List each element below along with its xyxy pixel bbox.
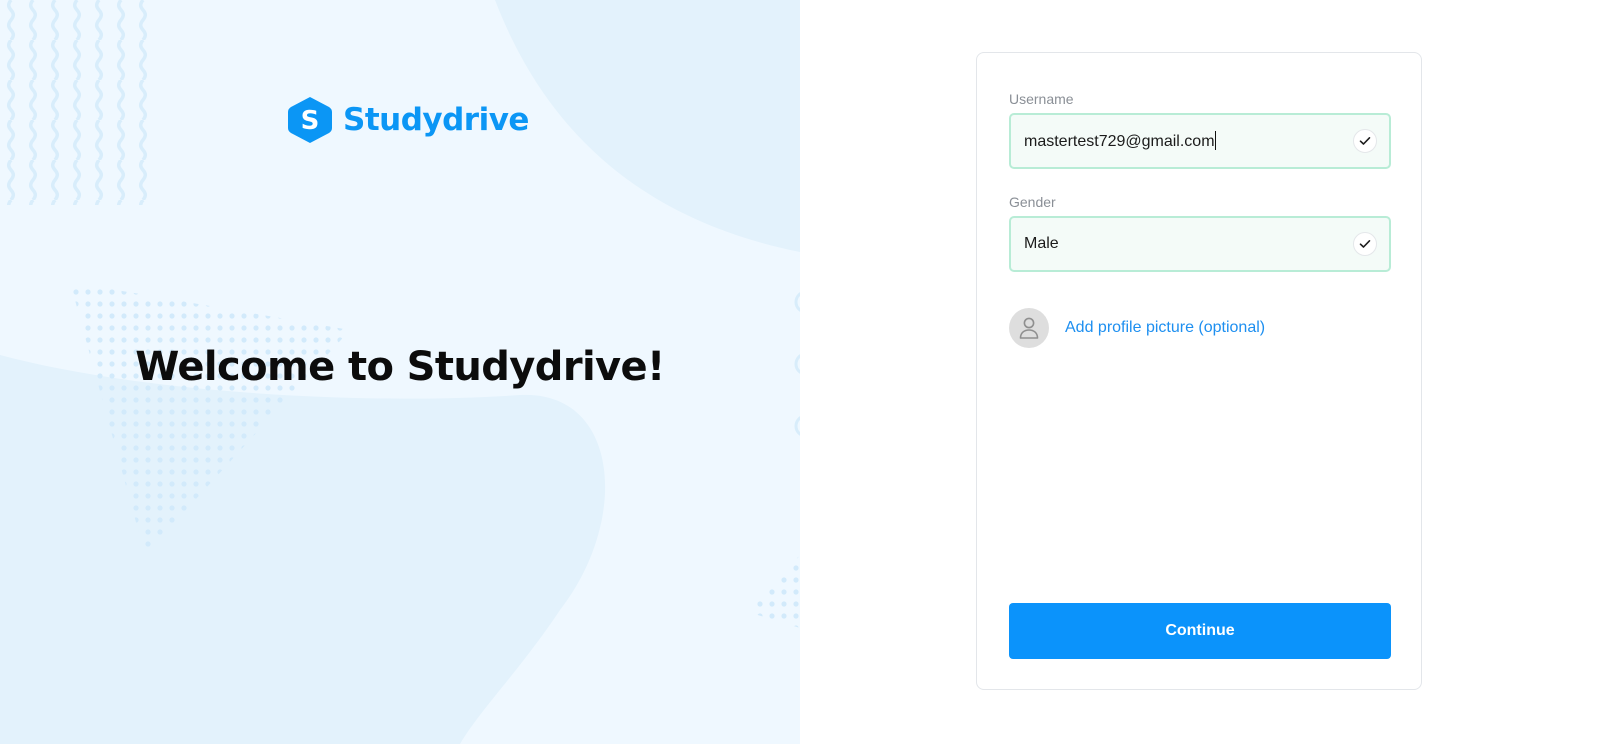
username-value: mastertest729@gmail.com <box>1024 133 1215 150</box>
brand-name: Studydrive <box>343 102 529 138</box>
logo-hexagon-icon: S <box>288 97 332 143</box>
add-profile-picture-row: Add profile picture (optional) <box>1009 308 1265 348</box>
check-icon <box>1353 232 1377 256</box>
text-cursor <box>1214 131 1216 150</box>
signup-page: S Studydrive Welcome to Studydrive! User… <box>0 0 1600 744</box>
add-profile-picture-link[interactable]: Add profile picture (optional) <box>1065 319 1265 337</box>
username-value-wrap: mastertest729@gmail.com <box>1024 131 1353 151</box>
user-icon[interactable] <box>1009 308 1049 348</box>
check-icon <box>1353 129 1377 153</box>
username-label: Username <box>1009 91 1074 107</box>
studydrive-logo[interactable]: S Studydrive <box>287 95 529 145</box>
welcome-hero-panel: S Studydrive Welcome to Studydrive! <box>0 0 800 744</box>
profile-form-card: Username mastertest729@gmail.com Gender … <box>976 52 1422 690</box>
gender-value: Male <box>1024 235 1059 252</box>
logo-letter: S <box>301 106 320 136</box>
gender-label: Gender <box>1009 194 1056 210</box>
gender-select[interactable]: Male <box>1009 216 1391 272</box>
continue-button[interactable]: Continue <box>1009 603 1391 659</box>
welcome-heading: Welcome to Studydrive! <box>135 344 665 390</box>
username-field[interactable]: mastertest729@gmail.com <box>1009 113 1391 169</box>
form-panel: Username mastertest729@gmail.com Gender … <box>800 0 1600 744</box>
